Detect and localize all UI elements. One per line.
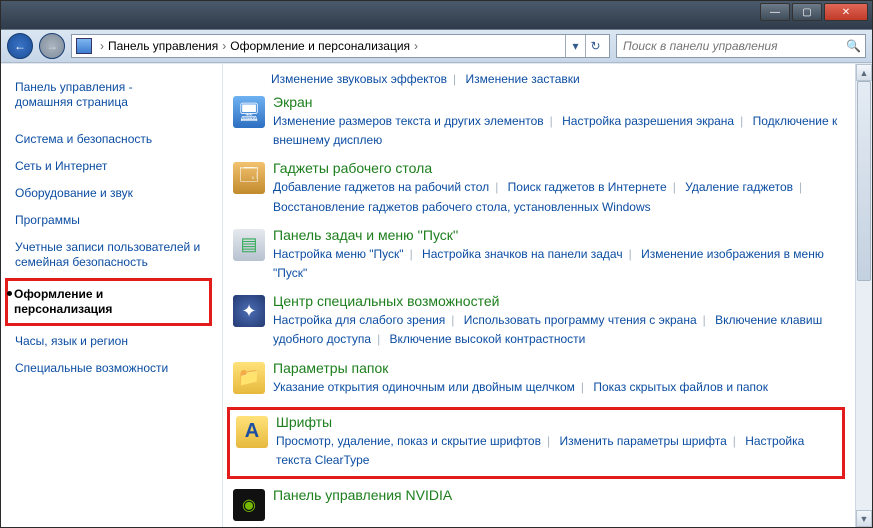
- category-title-fonts[interactable]: Шрифты: [276, 414, 836, 430]
- nvidia-icon: [233, 489, 265, 521]
- main-pane: Изменение звуковых эффектов| Изменение з…: [223, 64, 855, 527]
- link-resolution[interactable]: Настройка разрешения экрана: [562, 114, 734, 128]
- scroll-down-icon[interactable]: ▼: [856, 510, 872, 527]
- refresh-icon[interactable]: ↻: [585, 35, 605, 57]
- forward-button[interactable]: →: [39, 33, 65, 59]
- link-add-gadget[interactable]: Добавление гаджетов на рабочий стол: [273, 180, 489, 194]
- breadcrumb-dropdown-icon[interactable]: ▾: [565, 35, 585, 57]
- control-panel-window: — ▢ ✕ ← → › Панель управления › Оформлен…: [0, 0, 873, 528]
- link-screen-reader[interactable]: Использовать программу чтения с экрана: [464, 313, 697, 327]
- link-screensaver[interactable]: Изменение заставки: [466, 72, 580, 86]
- link-taskbar-icons[interactable]: Настройка значков на панели задач: [422, 247, 623, 261]
- link-view-fonts[interactable]: Просмотр, удаление, показ и скрытие шриф…: [276, 434, 541, 448]
- gadgets-icon: 🗔: [233, 162, 265, 194]
- link-restore-gadget[interactable]: Восстановление гаджетов рабочего стола, …: [273, 200, 651, 214]
- search-box[interactable]: 🔍: [616, 34, 866, 58]
- link-startmenu[interactable]: Настройка меню "Пуск": [273, 247, 404, 261]
- sidebar-home-l1: Панель управления -: [15, 80, 133, 94]
- sidebar-item-programs[interactable]: Программы: [13, 209, 216, 232]
- category-taskbar: ▤ Панель задач и меню ''Пуск'' Настройка…: [233, 227, 845, 283]
- display-icon: 🖥: [233, 96, 265, 128]
- link-hidden-files[interactable]: Показ скрытых файлов и папок: [593, 380, 768, 394]
- link-remove-gadget[interactable]: Удаление гаджетов: [685, 180, 793, 194]
- sidebar-item-ease[interactable]: Специальные возможности: [13, 357, 216, 380]
- content-area: Панель управления - домашняя страница Си…: [1, 63, 872, 527]
- sidebar-item-clock[interactable]: Часы, язык и регион: [13, 330, 216, 353]
- search-icon[interactable]: 🔍: [846, 39, 861, 53]
- taskbar-icon: ▤: [233, 229, 265, 261]
- sidebar: Панель управления - домашняя страница Си…: [1, 64, 223, 527]
- link-text-size[interactable]: Изменение размеров текста и других элеме…: [273, 114, 544, 128]
- sidebar-home[interactable]: Панель управления - домашняя страница: [13, 76, 216, 114]
- minimize-button[interactable]: —: [760, 3, 790, 21]
- titlebar: — ▢ ✕: [1, 1, 872, 29]
- search-input[interactable]: [621, 38, 846, 54]
- category-gadgets: 🗔 Гаджеты рабочего стола Добавление гадж…: [233, 160, 845, 216]
- close-button[interactable]: ✕: [824, 3, 868, 21]
- sidebar-item-hardware[interactable]: Оборудование и звук: [13, 182, 216, 205]
- link-font-params[interactable]: Изменить параметры шрифта: [559, 434, 726, 448]
- fonts-highlight: Шрифты Просмотр, удаление, показ и скрыт…: [227, 407, 845, 479]
- back-button[interactable]: ←: [7, 33, 33, 59]
- sidebar-item-appearance[interactable]: Оформление и персонализация: [5, 278, 212, 326]
- sidebar-item-network[interactable]: Сеть и Интернет: [13, 155, 216, 178]
- vertical-scrollbar[interactable]: ▲ ▼: [855, 64, 872, 527]
- breadcrumb-seg-appearance[interactable]: Оформление и персонализация: [230, 39, 410, 53]
- sidebar-item-label: Оформление и персонализация: [14, 287, 112, 316]
- sidebar-item-system[interactable]: Система и безопасность: [13, 128, 216, 151]
- category-nvidia: Панель управления NVIDIA: [233, 487, 845, 521]
- fonts-icon: [236, 416, 268, 448]
- chevron-right-icon[interactable]: ›: [222, 39, 226, 53]
- breadcrumb[interactable]: › Панель управления › Оформление и персо…: [71, 34, 610, 58]
- address-bar: ← → › Панель управления › Оформление и п…: [1, 29, 872, 63]
- control-panel-icon: [76, 38, 92, 54]
- link-low-vision[interactable]: Настройка для слабого зрения: [273, 313, 445, 327]
- scroll-thumb[interactable]: [857, 81, 871, 281]
- category-title-gadgets[interactable]: Гаджеты рабочего стола: [273, 160, 845, 176]
- category-fonts: Шрифты Просмотр, удаление, показ и скрыт…: [236, 414, 836, 470]
- category-title-ease[interactable]: Центр специальных возможностей: [273, 293, 845, 309]
- maximize-button[interactable]: ▢: [792, 3, 822, 21]
- link-find-gadget[interactable]: Поиск гаджетов в Интернете: [508, 180, 667, 194]
- link-sounds[interactable]: Изменение звуковых эффектов: [271, 72, 447, 86]
- ease-icon: ✦: [233, 295, 265, 327]
- category-ease: ✦ Центр специальных возможностей Настрой…: [233, 293, 845, 349]
- category-title-taskbar[interactable]: Панель задач и меню ''Пуск'': [273, 227, 845, 243]
- link-click-mode[interactable]: Указание открытия одиночным или двойным …: [273, 380, 575, 394]
- top-sublinks: Изменение звуковых эффектов| Изменение з…: [271, 72, 845, 86]
- category-display: 🖥 Экран Изменение размеров текста и друг…: [233, 94, 845, 150]
- chevron-right-icon[interactable]: ›: [414, 39, 418, 53]
- sidebar-item-users[interactable]: Учетные записи пользователей и семейная …: [13, 236, 216, 274]
- chevron-right-icon[interactable]: ›: [100, 39, 104, 53]
- sidebar-home-l2: домашняя страница: [15, 95, 128, 109]
- current-marker-icon: [7, 291, 12, 296]
- link-high-contrast[interactable]: Включение высокой контрастности: [390, 332, 586, 346]
- category-folders: 📁 Параметры папок Указание открытия один…: [233, 360, 845, 397]
- category-title-folders[interactable]: Параметры папок: [273, 360, 845, 376]
- category-title-nvidia[interactable]: Панель управления NVIDIA: [273, 487, 845, 503]
- folder-icon: 📁: [233, 362, 265, 394]
- category-title-display[interactable]: Экран: [273, 94, 845, 110]
- scroll-track[interactable]: [856, 81, 872, 510]
- scroll-up-icon[interactable]: ▲: [856, 64, 872, 81]
- breadcrumb-seg-control-panel[interactable]: Панель управления: [108, 39, 218, 53]
